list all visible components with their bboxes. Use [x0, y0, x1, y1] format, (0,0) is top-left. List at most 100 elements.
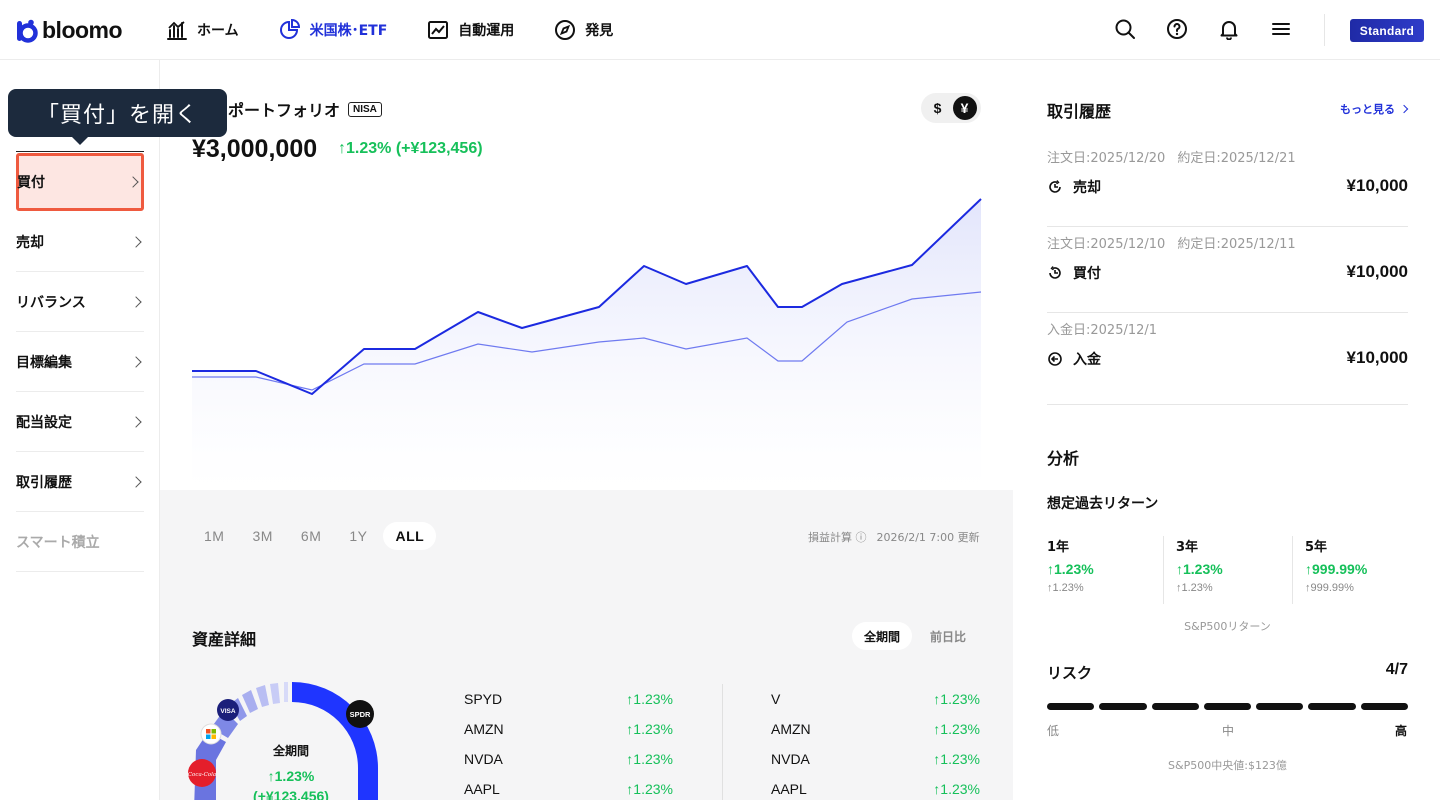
median-note: S&P500中央値:$123億 — [1168, 759, 1287, 772]
sidebar-item-sell[interactable]: 売却 — [16, 212, 144, 272]
sidebar-item-label: 買付 — [17, 175, 45, 191]
bloomo-logo[interactable]: bloomo — [16, 17, 123, 44]
chevron-right-icon — [1399, 104, 1409, 114]
range-selector: 1M 3M 6M 1Y ALL — [192, 522, 437, 550]
risk-low-label: 低 — [1047, 724, 1060, 738]
sidebar-item-rebalance[interactable]: リバランス — [16, 272, 144, 332]
holdings-divider — [722, 684, 723, 800]
header-divider — [1324, 14, 1325, 46]
history-item-deposit[interactable]: 入金日:2025/12/1 入金 ¥10,000 — [1047, 313, 1408, 405]
spdr-logo-text: SPDR — [350, 710, 371, 719]
sidebar-item-history[interactable]: 取引履歴 — [16, 452, 144, 512]
range-all[interactable]: ALL — [383, 522, 437, 550]
history-item-sell[interactable]: 注文日:2025/12/20 約定日:2025/12/21 売却 ¥10,000 — [1047, 141, 1408, 227]
coca-cola-logo-text: Coca-Cola — [188, 772, 216, 778]
sidebar-item-label: スマート積立 — [16, 534, 100, 551]
buy-icon — [1049, 266, 1061, 279]
history-amount: ¥10,000 — [1346, 348, 1408, 367]
history-amount: ¥10,000 — [1346, 262, 1408, 281]
calc-info-label[interactable]: 損益計算 ⓘ — [808, 529, 867, 545]
range-1m[interactable]: 1M — [192, 522, 236, 550]
nav-us-stocks[interactable]: 米国株･ETF — [279, 18, 387, 42]
plan-badge[interactable]: Standard — [1350, 19, 1424, 42]
return-5y: 5年 ↑999.99% ↑999.99% — [1292, 536, 1410, 604]
table-row[interactable]: NVDA ↑1.23% — [771, 744, 980, 774]
donut-segment-light-1 — [284, 682, 288, 702]
risk-segment — [1099, 703, 1147, 710]
table-row[interactable]: AMZN ↑1.23% — [464, 714, 673, 744]
assets-period-toggle: 全期間 前日比 — [852, 622, 978, 650]
table-row[interactable]: AAPL ↑1.23% — [464, 774, 673, 800]
sidebar-item-dividend-settings[interactable]: 配当設定 — [16, 392, 144, 452]
history-dates: 入金日:2025/12/1 — [1047, 323, 1158, 338]
logo-text: bloomo — [42, 17, 123, 43]
history-dates: 注文日:2025/12/10 約定日:2025/12/11 — [1047, 237, 1296, 252]
help-button[interactable] — [1166, 18, 1188, 40]
history-amount: ¥10,000 — [1346, 176, 1408, 195]
donut-segment-light-2 — [270, 683, 280, 704]
tab-day-over-day[interactable]: 前日比 — [918, 622, 978, 650]
nav-discover[interactable]: 発見 — [554, 18, 613, 42]
risk-meter — [1047, 703, 1408, 710]
return-3y: 3年 ↑1.23% ↑1.23% — [1163, 536, 1281, 604]
return-1y: 1年 ↑1.23% ↑1.23% — [1047, 540, 1094, 594]
table-row[interactable]: AAPL ↑1.23% — [771, 774, 980, 800]
holdings-left: SPYD ↑1.23% AMZN ↑1.23% NVDA ↑1.23% AAPL ↑1.… — [464, 684, 673, 800]
sidebar-item-buy[interactable]: 買付 — [16, 153, 144, 211]
risk-label: リスク — [1047, 664, 1093, 682]
updated-time: 2026/2/1 7:00 更新 — [876, 531, 980, 544]
help-icon — [1167, 19, 1187, 39]
history-more-link[interactable]: もっと見る — [1340, 101, 1409, 117]
pie-chart-icon — [279, 19, 300, 39]
nisa-badge: NISA — [348, 101, 382, 117]
chevron-right-icon — [130, 475, 142, 488]
sidebar-item-smart-savings: スマート積立 — [16, 512, 144, 572]
currency-usd-button[interactable]: $ — [926, 96, 950, 120]
sidebar-item-label: リバランス — [16, 294, 86, 311]
tab-all-period[interactable]: 全期間 — [852, 622, 913, 650]
risk-segment — [1203, 703, 1252, 710]
nav-discover-label: 発見 — [585, 23, 614, 39]
chevron-right-icon — [127, 176, 139, 188]
nav-home[interactable]: ホーム — [166, 18, 239, 42]
range-3m[interactable]: 3M — [240, 522, 284, 550]
risk-segment — [1151, 703, 1199, 710]
sell-icon — [1049, 180, 1061, 193]
table-row[interactable]: AMZN ↑1.23% — [771, 714, 980, 744]
risk-segment — [1047, 703, 1095, 710]
menu-button[interactable] — [1270, 18, 1292, 40]
history-dates: 注文日:2025/12/20 約定日:2025/12/21 — [1047, 151, 1296, 166]
sidebar-top-divider — [16, 151, 144, 152]
chevron-right-icon — [130, 235, 142, 248]
donut-change: ↑1.23% (+¥123,456) — [253, 768, 329, 800]
history-type: 買付 — [1047, 263, 1101, 283]
portfolio-title-text: ポートフォリオ — [228, 101, 341, 120]
history-item-buy[interactable]: 注文日:2025/12/10 約定日:2025/12/11 買付 ¥10,000 — [1047, 227, 1408, 313]
holdings-right: V ↑1.23% AMZN ↑1.23% NVDA ↑1.23% AAPL ↑1.23% — [771, 684, 980, 800]
header-actions — [1114, 18, 1322, 40]
risk-high-label: 高 — [1395, 724, 1408, 738]
history-title: 取引履歴 — [1047, 102, 1112, 121]
search-button[interactable] — [1114, 18, 1136, 40]
range-6m[interactable]: 6M — [289, 522, 333, 550]
trend-chart-icon — [428, 21, 449, 39]
currency-toggle: $ ¥ — [921, 93, 981, 123]
portfolio-chart — [192, 198, 982, 490]
sidebar-item-goal-edit[interactable]: 目標編集 — [16, 332, 144, 392]
table-row[interactable]: NVDA ↑1.23% — [464, 744, 673, 774]
range-1y[interactable]: 1Y — [337, 522, 379, 550]
portfolio-amount: ¥3,000,000 — [192, 135, 318, 163]
currency-jpy-button[interactable]: ¥ — [952, 96, 977, 120]
assets-title: 資産詳細 — [192, 630, 257, 649]
compass-icon — [555, 20, 576, 40]
analysis-title: 分析 — [1047, 449, 1080, 468]
nav-auto-invest[interactable]: 自動運用 — [427, 18, 514, 42]
table-row[interactable]: V ↑1.23% — [771, 684, 980, 714]
tooltip-open-buy: 「買付」を開く — [8, 89, 227, 145]
search-icon — [1115, 19, 1135, 39]
table-row[interactable]: SPYD ↑1.23% — [464, 684, 673, 714]
sidebar-item-label: 取引履歴 — [16, 474, 72, 491]
chart-area — [192, 199, 981, 490]
notifications-button[interactable] — [1218, 18, 1240, 40]
chevron-right-icon — [130, 295, 142, 308]
